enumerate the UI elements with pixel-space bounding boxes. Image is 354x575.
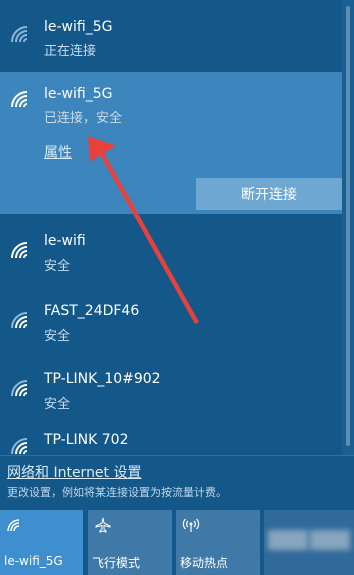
network-item-tp-link-702[interactable]: TP-LINK 702: [0, 426, 342, 455]
hotspot-icon: [182, 518, 200, 532]
scrollbar-thumb[interactable]: [346, 6, 350, 446]
properties-link[interactable]: 属性: [44, 142, 72, 162]
network-list: le-wifi_5G 正在连接 le-wifi_5G 已连接，安全 属性 断开连…: [0, 0, 342, 455]
network-status: 安全: [44, 397, 71, 412]
quick-action-wifi[interactable]: le-wifi_5G: [0, 510, 83, 575]
network-status: 正在连接: [44, 44, 97, 59]
wifi-signal-icon: [11, 438, 28, 455]
quick-action-label: le-wifi_5G: [4, 554, 63, 568]
divider: [0, 455, 354, 456]
wifi-signal-icon: [11, 91, 28, 108]
wifi-signal-icon: [11, 312, 28, 329]
network-name: le-wifi_5G: [44, 86, 113, 102]
blurred-region: [268, 530, 308, 550]
wifi-signal-icon: [11, 26, 28, 43]
quick-action-blurred[interactable]: [264, 510, 354, 575]
network-settings-link[interactable]: 网络和 Internet 设置: [7, 462, 142, 482]
network-name: FAST_24DF46: [44, 303, 140, 319]
network-name: le-wifi: [44, 233, 86, 249]
network-item-le-wifi-5g-connecting[interactable]: le-wifi_5G 正在连接: [0, 0, 342, 72]
quick-action-label: 飞行模式: [92, 556, 141, 570]
blurred-region: [310, 530, 350, 550]
network-item-tp-link-10-902[interactable]: TP-LINK_10#902 安全: [0, 360, 342, 424]
network-item-le-wifi-5g-connected[interactable]: le-wifi_5G 已连接，安全 属性 断开连接: [0, 72, 342, 214]
network-name: le-wifi_5G: [44, 19, 113, 35]
wifi-signal-icon: [11, 242, 28, 259]
quick-action-label: 移动热点: [180, 556, 229, 570]
network-name: TP-LINK_10#902: [44, 371, 161, 387]
disconnect-button[interactable]: 断开连接: [196, 178, 342, 210]
network-item-le-wifi[interactable]: le-wifi 安全: [0, 222, 342, 286]
network-name: TP-LINK 702: [44, 432, 129, 448]
network-flyout: le-wifi_5G 正在连接 le-wifi_5G 已连接，安全 属性 断开连…: [0, 0, 354, 575]
quick-action-mobile-hotspot[interactable]: 移动热点: [176, 510, 260, 575]
airplane-icon: [95, 517, 111, 533]
network-settings-description: 更改设置，例如将某连接设置为按流量计费。: [7, 486, 227, 499]
network-list-scrollbar[interactable]: [342, 0, 354, 455]
network-status: 已连接，安全: [44, 111, 123, 126]
network-item-fast-24df46[interactable]: FAST_24DF46 安全: [0, 292, 342, 356]
network-status: 安全: [44, 329, 71, 344]
network-status: 安全: [44, 259, 71, 274]
wifi-icon: [7, 519, 20, 532]
wifi-signal-icon: [11, 380, 28, 397]
quick-action-airplane-mode[interactable]: 飞行模式: [88, 510, 172, 575]
